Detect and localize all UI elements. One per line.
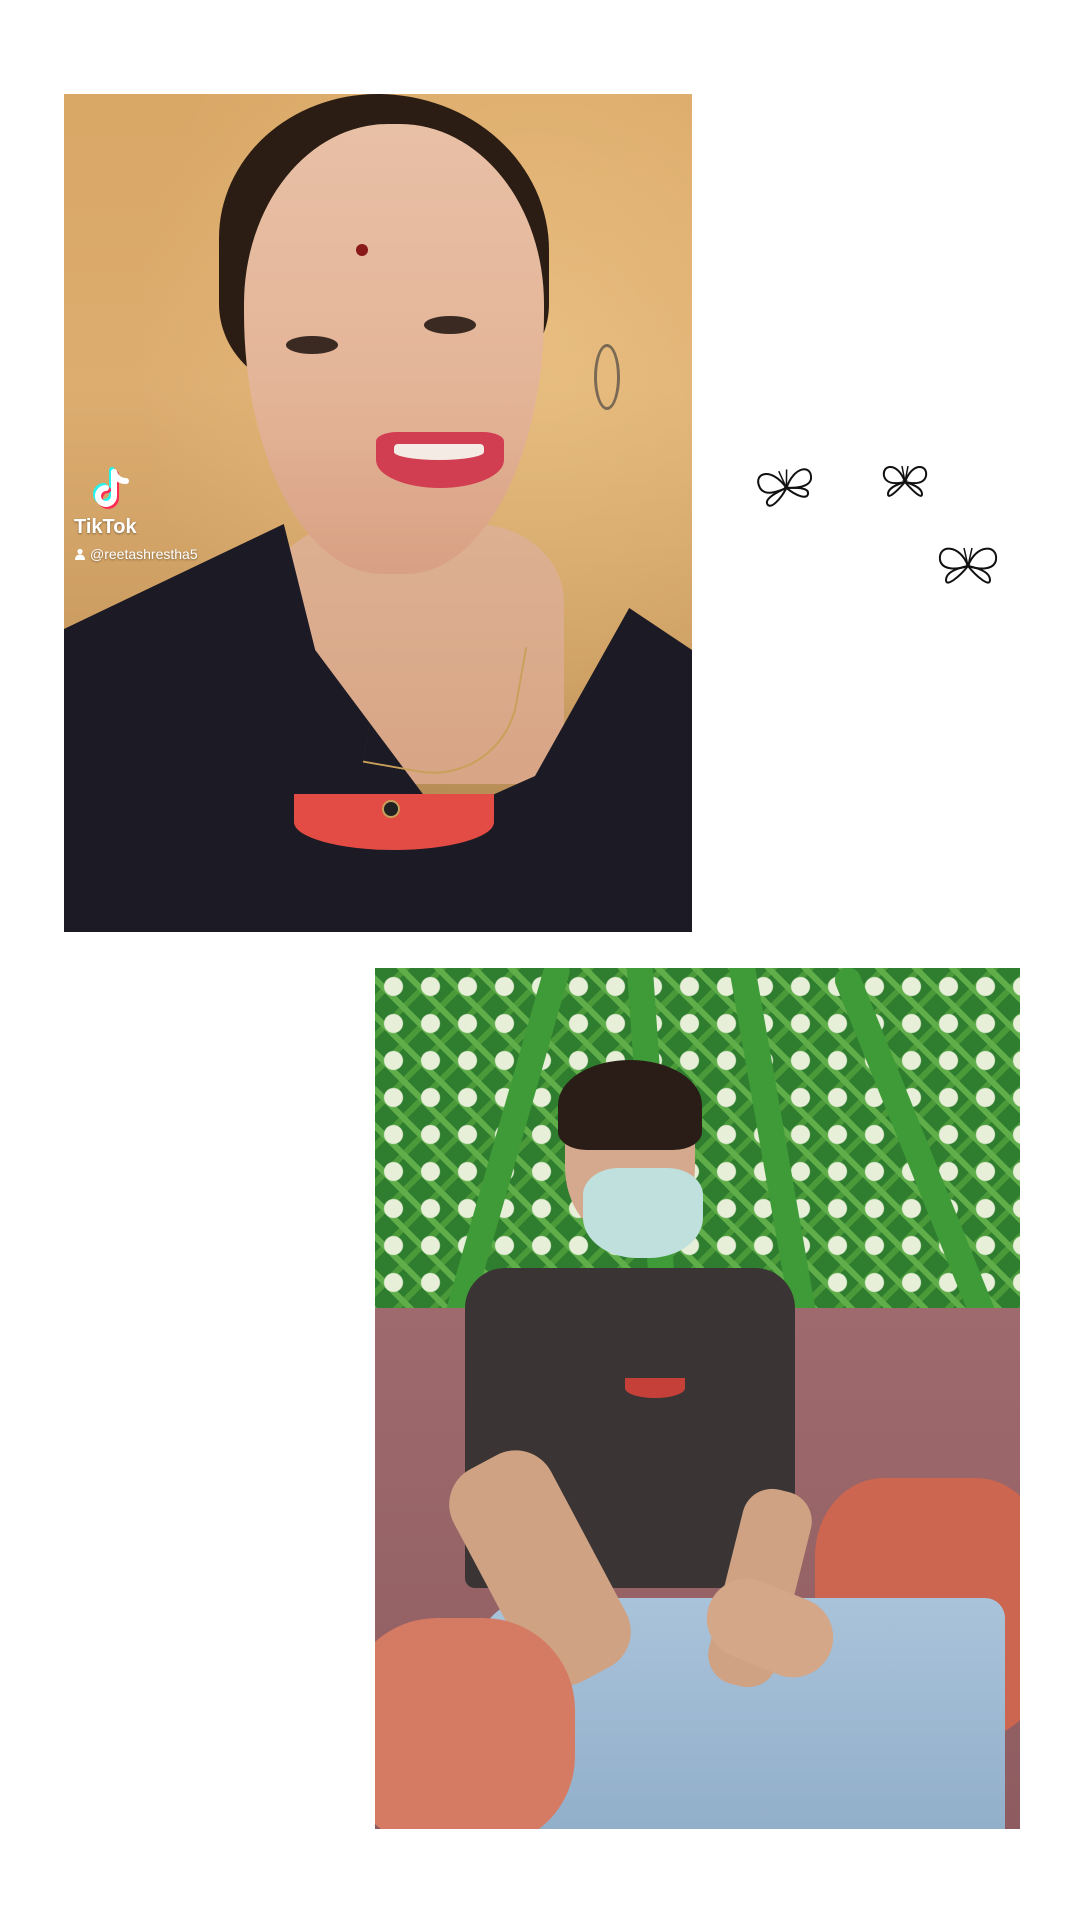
hair (558, 1060, 702, 1150)
eye-left (286, 336, 338, 354)
tiktok-handle: @reetashrestha5 (90, 546, 198, 562)
user-icon (75, 548, 85, 560)
tiktok-brand-label: TikTok (74, 516, 137, 538)
pillow-left (375, 1618, 575, 1829)
butterfly-icon (938, 547, 998, 584)
photo-bottom-seated (375, 968, 1020, 1829)
pendant (382, 800, 400, 818)
eye-right (424, 316, 476, 334)
tiktok-logo-icon (93, 467, 129, 509)
undershirt (625, 1378, 685, 1398)
mouth (376, 432, 504, 488)
butterfly-icon (882, 465, 928, 497)
bindi (356, 244, 368, 256)
tiktok-handle-row: @reetashrestha5 (74, 546, 198, 562)
photo-top-selfie: TikTok @reetashrestha5 (64, 94, 692, 932)
teeth (394, 444, 484, 460)
face-mask (583, 1168, 703, 1258)
page: TikTok @reetashrestha5 (0, 0, 1080, 1920)
earring (594, 344, 620, 410)
butterfly-icon (757, 468, 813, 507)
